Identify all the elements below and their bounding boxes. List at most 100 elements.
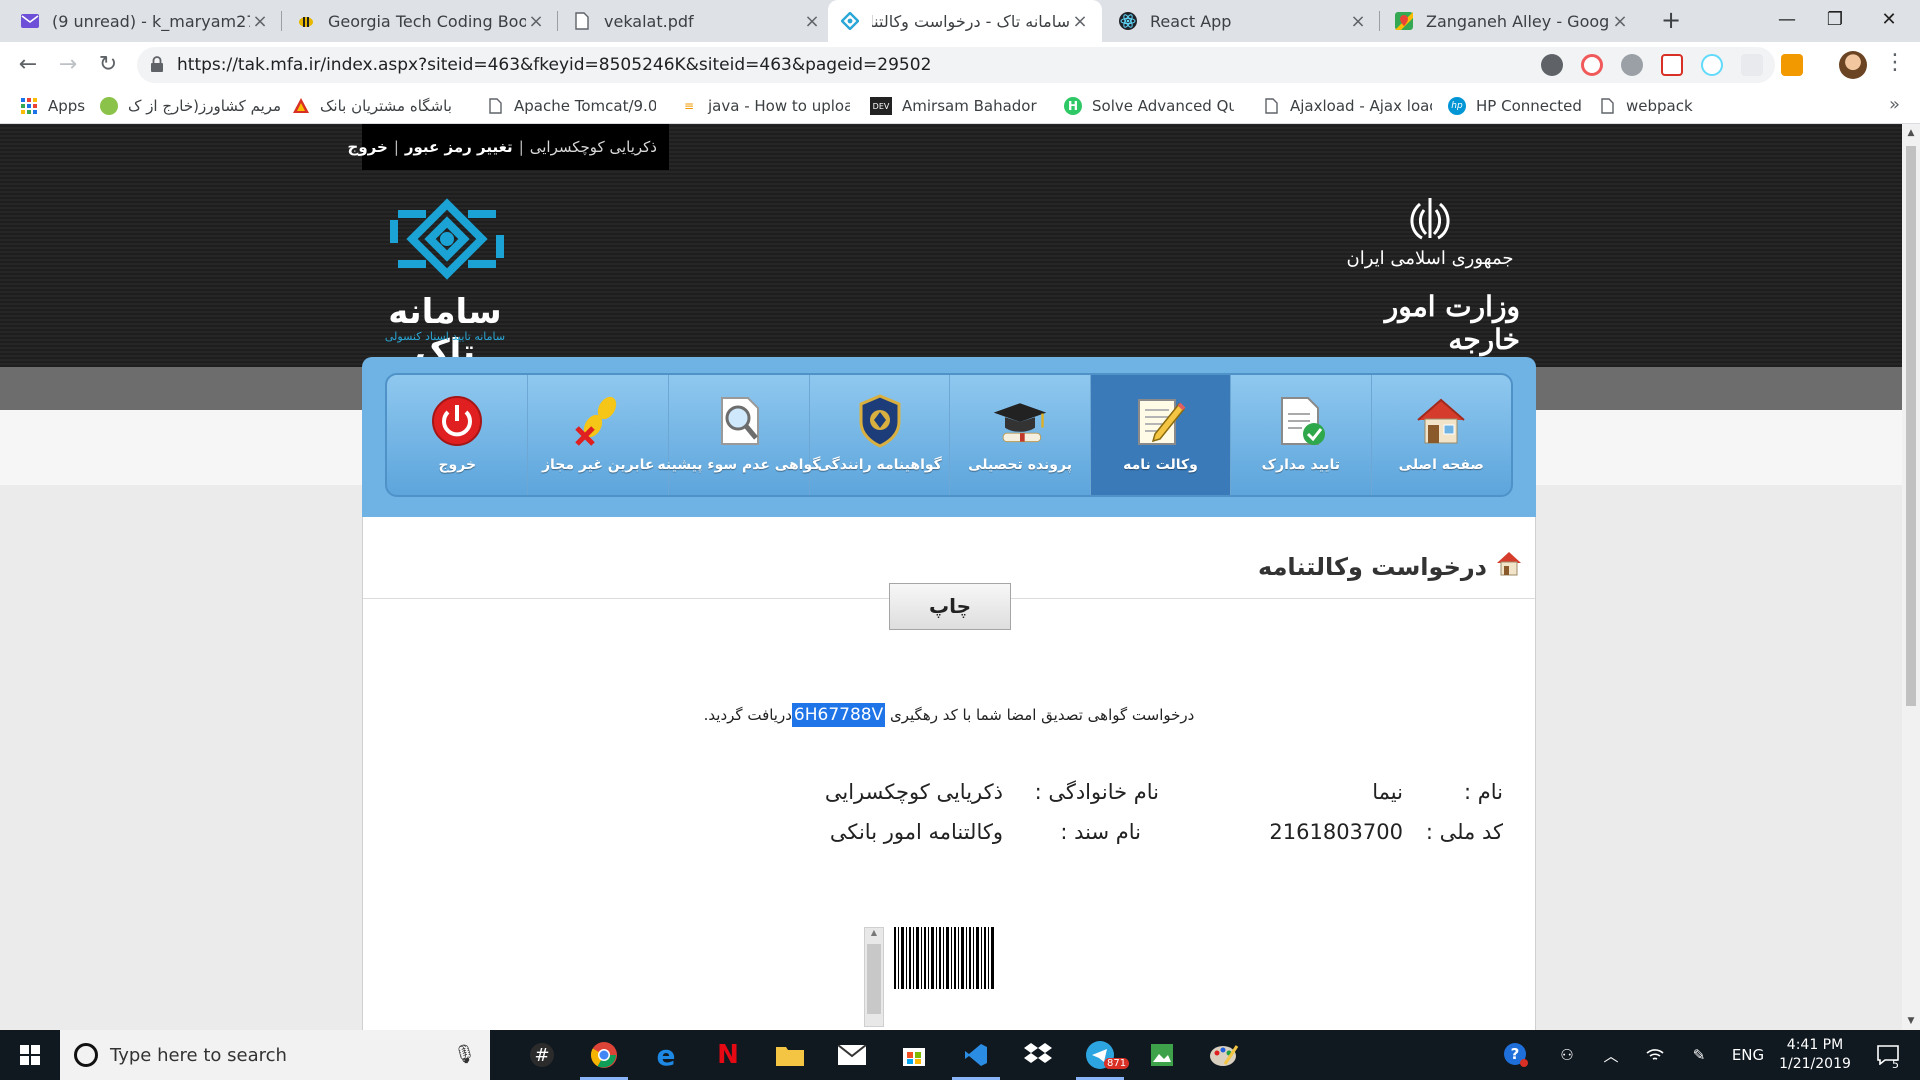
pen-icon[interactable]: ✎: [1684, 1030, 1714, 1080]
close-tab-icon[interactable]: ×: [1070, 11, 1090, 32]
maps-icon: [1394, 11, 1414, 31]
nav-label: تایید مدارک: [1261, 457, 1341, 473]
show-hidden-icons-icon[interactable]: ︿: [1596, 1030, 1626, 1080]
maximize-button[interactable]: ❐: [1804, 0, 1866, 40]
nav-document-verification[interactable]: تایید مدارک: [1230, 375, 1370, 495]
message-text: دریافت گردید.: [703, 706, 792, 724]
forward-button[interactable]: →: [52, 49, 84, 81]
home-icon: [1411, 391, 1471, 451]
bookmark-item[interactable]: ≡ java - How to upload: [680, 95, 850, 117]
image-viewer-icon[interactable]: [1132, 1030, 1192, 1080]
paint-icon[interactable]: [1194, 1030, 1254, 1080]
slack-icon[interactable]: #: [512, 1030, 572, 1080]
close-tab-icon[interactable]: ×: [526, 11, 546, 32]
dropbox-icon[interactable]: [1008, 1030, 1068, 1080]
notification-count: 5: [1892, 1058, 1899, 1071]
nav-driving-license[interactable]: گواهینامه رانندگی: [808, 375, 949, 495]
window-close-button[interactable]: ✕: [1858, 0, 1920, 40]
barcode-scroll-frame[interactable]: ▲: [864, 927, 884, 1027]
bookmark-label: Apps: [48, 97, 86, 115]
close-tab-icon[interactable]: ×: [1348, 11, 1368, 32]
new-tab-button[interactable]: +: [1656, 6, 1686, 36]
bookmark-label: Apache Tomcat/9.0.0: [514, 97, 656, 115]
close-tab-icon[interactable]: ×: [802, 11, 822, 32]
edge-icon[interactable]: e: [636, 1030, 696, 1080]
magnifier-document-icon: [709, 391, 769, 451]
bookmark-item[interactable]: Apache Tomcat/9.0.0: [486, 95, 656, 117]
react-devtools-icon[interactable]: [1701, 54, 1723, 76]
logout-link[interactable]: خروج: [348, 138, 388, 156]
scroll-down-icon[interactable]: ▼: [1902, 1012, 1920, 1030]
nav-exit[interactable]: خروج: [387, 375, 527, 495]
close-tab-icon[interactable]: ×: [1610, 11, 1630, 32]
wifi-icon[interactable]: [1640, 1030, 1670, 1080]
nav-educational-records[interactable]: پرونده تحصیلی: [949, 375, 1089, 495]
page-icon: [486, 97, 504, 115]
tab-georgia-tech[interactable]: Georgia Tech Coding Boot Ca ×: [284, 0, 558, 42]
vscode-icon[interactable]: [946, 1030, 1006, 1080]
nav-label: گواهینامه رانندگی: [817, 457, 942, 473]
extension-icon[interactable]: [1781, 54, 1803, 76]
close-tab-icon[interactable]: ×: [250, 11, 270, 32]
reload-button[interactable]: ↻: [92, 49, 124, 81]
site-header: ذکریایی کوچکسرایی | تغییر رمز عبور | خرو…: [0, 124, 1902, 372]
extension-icon[interactable]: [1741, 54, 1763, 76]
mail-icon[interactable]: [822, 1030, 882, 1080]
bookmark-item[interactable]: hp HP Connected: [1448, 95, 1588, 117]
extension-icon[interactable]: [1581, 54, 1603, 76]
tab-tak-active[interactable]: سامانه تاک - درخواست وکالتنا ×: [828, 0, 1102, 42]
tab-google-maps[interactable]: Zanganeh Alley - Google Ma ×: [1382, 0, 1642, 42]
tracking-code[interactable]: 6H67788V: [791, 703, 886, 727]
extension-icon[interactable]: [1661, 54, 1683, 76]
back-button[interactable]: ←: [12, 49, 44, 81]
change-password-link[interactable]: تغییر رمز عبور: [405, 138, 513, 156]
nav-home[interactable]: صفحه اصلی: [1370, 375, 1511, 495]
extension-icon[interactable]: [1621, 54, 1643, 76]
nav-power-of-attorney[interactable]: وکالت نامه: [1089, 375, 1231, 495]
tab-title: سامانه تاک - درخواست وکالتنا: [872, 11, 1070, 31]
tab-mail[interactable]: (9 unread) - k_maryam27@ya ×: [8, 0, 282, 42]
bookmark-item[interactable]: مریم کشاورز(خارج از ک: [100, 95, 280, 117]
help-icon[interactable]: ?: [1498, 1030, 1534, 1080]
scroll-thumb[interactable]: [1906, 146, 1916, 706]
profile-avatar[interactable]: [1839, 51, 1867, 79]
bookmark-apps[interactable]: Apps: [20, 95, 90, 117]
page-scrollbar[interactable]: ▲ ▼: [1902, 124, 1920, 1030]
nav-label: عابرین غیر مجاز: [541, 457, 655, 473]
nav-no-criminal-record[interactable]: گواهی عدم سوء پیشینه: [657, 375, 820, 495]
tak-icon: [840, 11, 860, 31]
tab-vekalat-pdf[interactable]: vekalat.pdf ×: [560, 0, 834, 42]
bookmark-item[interactable]: H Solve Advanced Que: [1064, 95, 1234, 117]
browser-menu-icon[interactable]: ⋮: [1884, 50, 1906, 75]
bookmark-item[interactable]: webpack: [1598, 95, 1708, 117]
bookmark-item[interactable]: باشگاه مشتریان بانک: [292, 95, 472, 117]
taskbar-search[interactable]: Type here to search 🎙: [60, 1030, 490, 1080]
extension-icon[interactable]: [1541, 54, 1563, 76]
start-button[interactable]: [0, 1030, 60, 1080]
search-placeholder: Type here to search: [110, 1044, 287, 1066]
netflix-icon[interactable]: N: [698, 1030, 758, 1080]
print-button[interactable]: چاپ: [889, 583, 1011, 630]
chrome-icon[interactable]: [574, 1030, 634, 1080]
more-bookmarks-icon[interactable]: »: [1889, 94, 1900, 115]
scroll-up-icon[interactable]: ▲: [1902, 124, 1920, 142]
last-name-label: نام خانوادگی :: [1034, 780, 1159, 804]
bookmark-item[interactable]: Ajaxload - Ajax loadi: [1262, 95, 1432, 117]
microphone-icon[interactable]: 🎙: [453, 1044, 476, 1065]
notifications-icon[interactable]: 5: [1866, 1030, 1910, 1080]
language-indicator[interactable]: ENG: [1728, 1030, 1768, 1080]
telegram-icon[interactable]: 871: [1070, 1030, 1130, 1080]
document-name-label: نام سند :: [1060, 820, 1141, 844]
home-icon: [1497, 552, 1521, 576]
nav-unauthorized-passers[interactable]: عابرین غیر مجاز: [527, 375, 667, 495]
svg-text:?: ?: [1511, 1045, 1520, 1063]
scroll-up-icon[interactable]: ▲: [865, 928, 883, 942]
store-icon[interactable]: [884, 1030, 944, 1080]
address-bar[interactable]: https://tak.mfa.ir/index.aspx?siteid=463…: [137, 47, 1775, 83]
file-explorer-icon[interactable]: [760, 1030, 820, 1080]
bookmark-item[interactable]: DEV Amirsam Bahador : A: [870, 95, 1042, 117]
tab-react-app[interactable]: React App ×: [1106, 0, 1380, 42]
people-icon[interactable]: ⚇: [1552, 1030, 1582, 1080]
bookmark-label: Solve Advanced Que: [1092, 97, 1234, 115]
system-clock[interactable]: 4:41 PM 1/21/2019: [1775, 1036, 1855, 1074]
